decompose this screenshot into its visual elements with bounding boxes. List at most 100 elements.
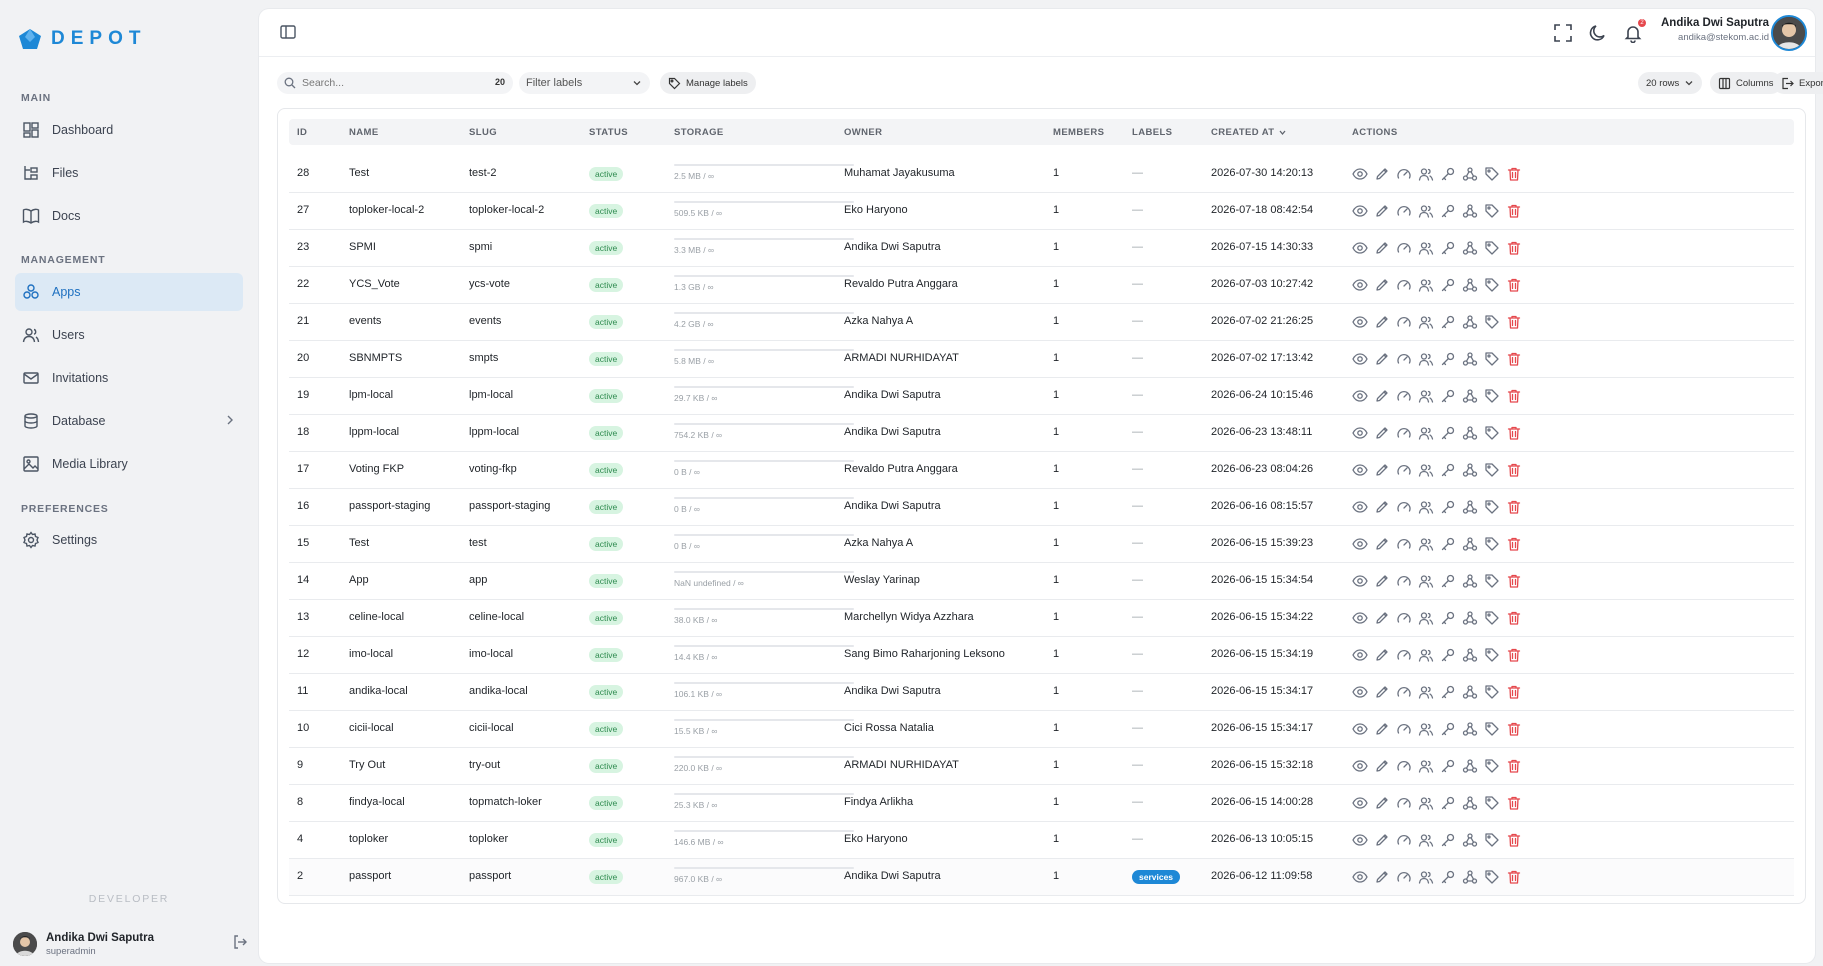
webhook-icon[interactable]: [1462, 795, 1478, 811]
key-icon[interactable]: [1440, 647, 1456, 663]
table-row[interactable]: 11 andika-local andika-local active 106.1 KB…: [289, 674, 1794, 711]
key-icon[interactable]: [1440, 277, 1456, 293]
trash-icon[interactable]: [1506, 869, 1522, 885]
key-icon[interactable]: [1440, 388, 1456, 404]
tag-icon[interactable]: [1484, 388, 1500, 404]
trash-icon[interactable]: [1506, 647, 1522, 663]
gauge-icon[interactable]: [1396, 240, 1412, 256]
table-row[interactable]: 18 lppm-local lppm-local active 754.2 KB / ∞…: [289, 415, 1794, 452]
table-row[interactable]: 12 imo-local imo-local active 14.4 KB / ∞ San…: [289, 637, 1794, 674]
tag-icon[interactable]: [1484, 721, 1500, 737]
gauge-icon[interactable]: [1396, 536, 1412, 552]
webhook-icon[interactable]: [1462, 166, 1478, 182]
column-header-name[interactable]: NAME: [349, 127, 379, 138]
eye-icon[interactable]: [1352, 240, 1368, 256]
tag-icon[interactable]: [1484, 684, 1500, 700]
gauge-icon[interactable]: [1396, 721, 1412, 737]
table-row[interactable]: 28 Test test-2 active 2.5 MB / ∞ Muhamat Jaya…: [289, 156, 1794, 193]
trash-icon[interactable]: [1506, 795, 1522, 811]
dark-mode-moon-icon[interactable]: [1587, 22, 1609, 44]
column-header-status[interactable]: STATUS: [589, 127, 628, 138]
users-icon[interactable]: [1418, 203, 1434, 219]
key-icon[interactable]: [1440, 425, 1456, 441]
key-icon[interactable]: [1440, 795, 1456, 811]
tag-icon[interactable]: [1484, 240, 1500, 256]
column-header-id[interactable]: ID: [297, 127, 307, 138]
users-icon[interactable]: [1418, 240, 1434, 256]
key-icon[interactable]: [1440, 758, 1456, 774]
users-icon[interactable]: [1418, 832, 1434, 848]
eye-icon[interactable]: [1352, 795, 1368, 811]
table-row[interactable]: 21 events events active 4.2 GB / ∞ Azka Nahya…: [289, 304, 1794, 341]
sidebar-item-apps[interactable]: Apps: [15, 273, 243, 311]
users-icon[interactable]: [1418, 425, 1434, 441]
trash-icon[interactable]: [1506, 314, 1522, 330]
trash-icon[interactable]: [1506, 166, 1522, 182]
column-header-created-at[interactable]: CREATED AT: [1211, 127, 1287, 138]
gauge-icon[interactable]: [1396, 499, 1412, 515]
tag-icon[interactable]: [1484, 869, 1500, 885]
eye-icon[interactable]: [1352, 425, 1368, 441]
table-row[interactable]: 15 Test test active 0 B / ∞ Azka Nahya A 1 — 202…: [289, 526, 1794, 563]
sidebar-toggle-icon[interactable]: [279, 23, 297, 41]
key-icon[interactable]: [1440, 499, 1456, 515]
webhook-icon[interactable]: [1462, 351, 1478, 367]
webhook-icon[interactable]: [1462, 499, 1478, 515]
column-header-members[interactable]: MEMBERS: [1053, 127, 1104, 138]
edit-icon[interactable]: [1374, 869, 1390, 885]
column-header-slug[interactable]: SLUG: [469, 127, 497, 138]
gauge-icon[interactable]: [1396, 203, 1412, 219]
trash-icon[interactable]: [1506, 684, 1522, 700]
gauge-icon[interactable]: [1396, 610, 1412, 626]
eye-icon[interactable]: [1352, 684, 1368, 700]
label-tag[interactable]: services: [1132, 870, 1181, 884]
export-button[interactable]: Export: [1773, 72, 1823, 94]
gauge-icon[interactable]: [1396, 166, 1412, 182]
sidebar-item-settings[interactable]: Settings: [15, 521, 243, 559]
tag-icon[interactable]: [1484, 166, 1500, 182]
key-icon[interactable]: [1440, 684, 1456, 700]
eye-icon[interactable]: [1352, 573, 1368, 589]
gauge-icon[interactable]: [1396, 647, 1412, 663]
users-icon[interactable]: [1418, 314, 1434, 330]
edit-icon[interactable]: [1374, 314, 1390, 330]
gauge-icon[interactable]: [1396, 758, 1412, 774]
table-row[interactable]: 19 lpm-local lpm-local active 29.7 KB / ∞ And…: [289, 378, 1794, 415]
trash-icon[interactable]: [1506, 388, 1522, 404]
sidebar-item-files[interactable]: Files: [15, 154, 243, 192]
eye-icon[interactable]: [1352, 499, 1368, 515]
edit-icon[interactable]: [1374, 240, 1390, 256]
eye-icon[interactable]: [1352, 869, 1368, 885]
webhook-icon[interactable]: [1462, 869, 1478, 885]
eye-icon[interactable]: [1352, 203, 1368, 219]
table-row[interactable]: 27 toploker-local-2 toploker-local-2 active…: [289, 193, 1794, 230]
gauge-icon[interactable]: [1396, 869, 1412, 885]
tag-icon[interactable]: [1484, 425, 1500, 441]
tag-icon[interactable]: [1484, 203, 1500, 219]
tag-icon[interactable]: [1484, 832, 1500, 848]
key-icon[interactable]: [1440, 536, 1456, 552]
key-icon[interactable]: [1440, 166, 1456, 182]
header-user[interactable]: Andika Dwi Saputra andika@stekom.ac.id: [1661, 17, 1769, 43]
tag-icon[interactable]: [1484, 536, 1500, 552]
filter-labels-select[interactable]: Filter labels: [519, 72, 650, 94]
eye-icon[interactable]: [1352, 721, 1368, 737]
edit-icon[interactable]: [1374, 758, 1390, 774]
edit-icon[interactable]: [1374, 610, 1390, 626]
users-icon[interactable]: [1418, 610, 1434, 626]
trash-icon[interactable]: [1506, 240, 1522, 256]
sidebar-item-database[interactable]: Database: [15, 402, 243, 440]
eye-icon[interactable]: [1352, 610, 1368, 626]
edit-icon[interactable]: [1374, 832, 1390, 848]
avatar[interactable]: [1771, 15, 1807, 51]
edit-icon[interactable]: [1374, 425, 1390, 441]
webhook-icon[interactable]: [1462, 684, 1478, 700]
table-row[interactable]: 22 YCS_Vote ycs-vote active 1.3 GB / ∞ Revald…: [289, 267, 1794, 304]
eye-icon[interactable]: [1352, 536, 1368, 552]
eye-icon[interactable]: [1352, 647, 1368, 663]
webhook-icon[interactable]: [1462, 240, 1478, 256]
webhook-icon[interactable]: [1462, 610, 1478, 626]
notification-bell-icon[interactable]: 2: [1622, 19, 1646, 44]
edit-icon[interactable]: [1374, 203, 1390, 219]
table-row[interactable]: 20 SBNMPTS smpts active 5.8 MB / ∞ ARMADI NUR…: [289, 341, 1794, 378]
